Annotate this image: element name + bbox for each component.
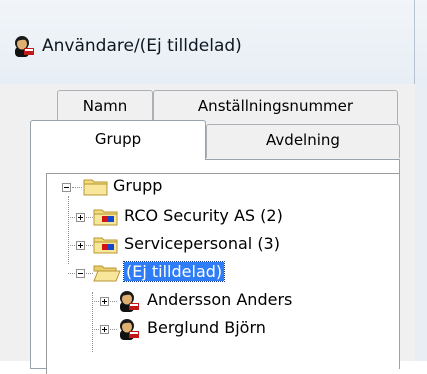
group-tree-view[interactable]: Grupp RCO Security AS (2) Servicepersona…	[46, 173, 399, 374]
tab-namn-label: Namn	[82, 97, 128, 115]
user-icon	[120, 291, 139, 312]
open-folder-icon	[93, 265, 121, 282]
group-folder-icon	[93, 237, 118, 254]
tab-namn[interactable]: Namn	[57, 90, 153, 124]
tree-node-label: Servicepersonal (3)	[124, 234, 280, 253]
tree-node-servicepersonal[interactable]: Servicepersonal (3)	[47, 232, 387, 258]
tree-node-label: Grupp	[113, 176, 163, 195]
collapse-icon[interactable]	[76, 269, 85, 278]
adjacent-window-edge	[415, 84, 427, 361]
tree-node-grupp[interactable]: Grupp	[47, 174, 387, 200]
expand-icon[interactable]	[100, 297, 109, 306]
tree-node-berglund-bjorn[interactable]: Berglund Björn	[47, 316, 387, 342]
tree-node-label: Andersson Anders	[147, 290, 293, 309]
tree-node-label-selected: (Ej tilldelad)	[122, 261, 226, 282]
user-icon	[15, 36, 34, 57]
expand-icon[interactable]	[76, 213, 85, 222]
tab-anstallningsnummer-label: Anställningsnummer	[197, 97, 354, 115]
user-icon	[120, 319, 139, 340]
tree-node-label: RCO Security AS (2)	[124, 206, 283, 225]
tab-grupp-label: Grupp	[94, 130, 142, 148]
tree-node-andersson-anders[interactable]: Andersson Anders	[47, 288, 387, 314]
tab-avdelning-label: Avdelning	[266, 131, 340, 149]
collapse-icon[interactable]	[62, 183, 71, 192]
expand-icon[interactable]	[100, 325, 109, 334]
tree-node-rco-security[interactable]: RCO Security AS (2)	[47, 204, 387, 230]
tab-anstallningsnummer[interactable]: Anställningsnummer	[153, 90, 398, 124]
tab-grupp[interactable]: Grupp	[30, 120, 206, 160]
folder-icon	[83, 179, 108, 196]
window-title: Användare/(Ej tilldelad)	[42, 36, 242, 56]
tree-node-ej-tilldelad[interactable]: (Ej tilldelad)	[47, 260, 387, 286]
expand-icon[interactable]	[76, 241, 85, 250]
tree-line	[72, 187, 82, 189]
tab-avdelning[interactable]: Avdelning	[206, 124, 400, 158]
group-folder-icon	[93, 209, 118, 226]
tree-node-label: Berglund Björn	[147, 318, 266, 337]
